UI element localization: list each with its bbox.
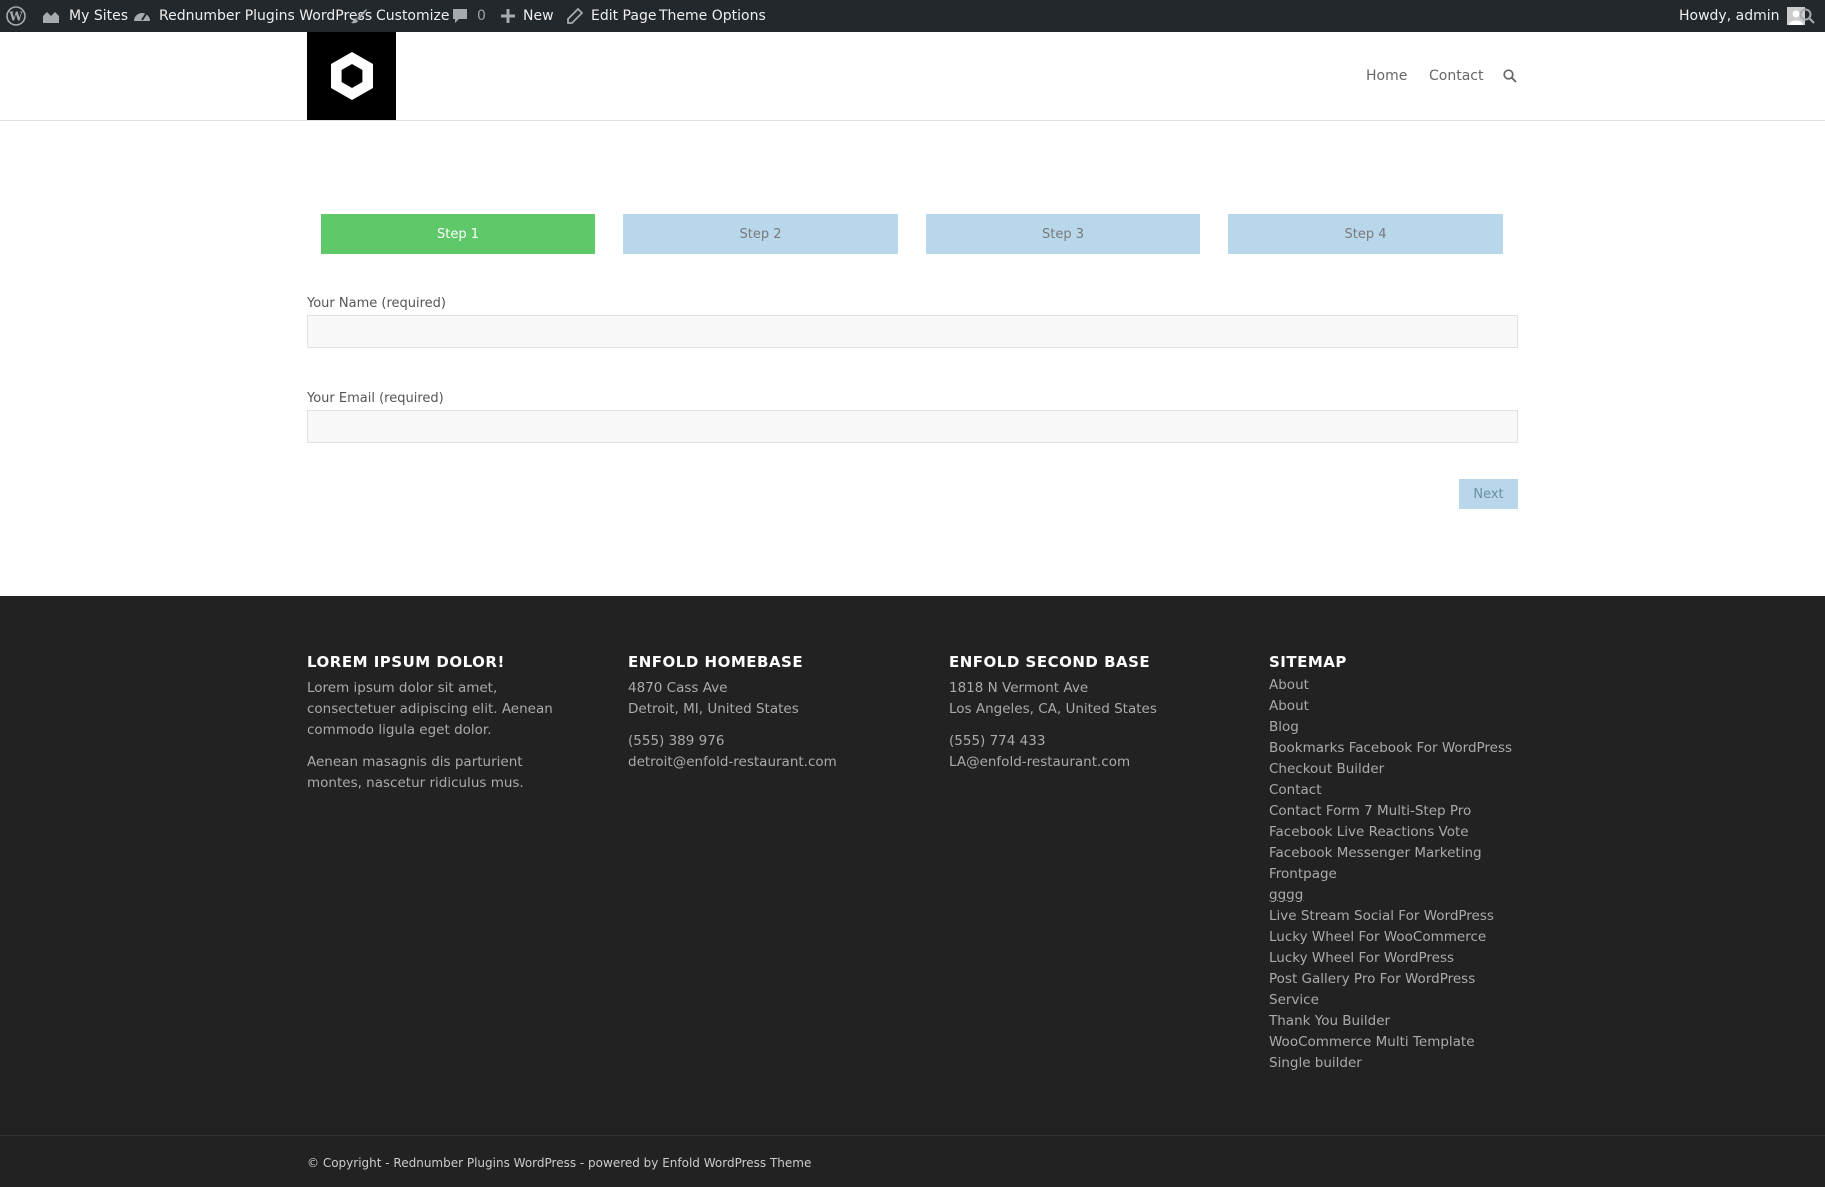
email-link[interactable]: detroit@enfold-restaurant.com — [628, 752, 898, 773]
nav-home[interactable]: Home — [1366, 32, 1407, 120]
sitemap-link[interactable]: Lucky Wheel For WooCommerce — [1269, 927, 1519, 948]
sitemap-link[interactable]: Thank You Builder — [1269, 1011, 1519, 1032]
next-button-label: Next — [1473, 486, 1504, 502]
sitemap-link[interactable]: Facebook Live Reactions Vote — [1269, 822, 1519, 843]
nav-home-label: Home — [1366, 68, 1408, 84]
search-icon — [1799, 8, 1815, 24]
nav-contact-label: Contact — [1429, 68, 1484, 84]
sitemap-link[interactable]: Bookmarks Facebook For WordPress — [1269, 738, 1519, 759]
hexagon-logo-icon — [330, 52, 373, 100]
step-tab-1[interactable]: Step 1 — [321, 214, 595, 254]
step-label: Step 3 — [1041, 226, 1084, 242]
copyright-text: © Copyright - Rednumber Plugins WordPres… — [307, 1156, 812, 1170]
comment-icon — [451, 8, 469, 24]
sitemap-link[interactable]: Blog — [1269, 717, 1519, 738]
name-label: Your Name (required) — [307, 296, 446, 311]
sitemap-link[interactable]: About — [1269, 696, 1519, 717]
my-sites-menu[interactable]: My Sites — [41, 0, 128, 32]
wordpress-icon: W — [6, 6, 26, 26]
footer-col-sitemap: SITEMAP About About Blog Bookmarks Faceb… — [1269, 652, 1519, 1074]
sitemap-link[interactable]: Live Stream Social For WordPress — [1269, 906, 1519, 927]
name-field[interactable] — [307, 315, 1518, 348]
email-link[interactable]: LA@enfold-restaurant.com — [949, 752, 1219, 773]
edit-page-menu[interactable]: Edit Page — [567, 0, 656, 32]
address-line: 4870 Cass Ave — [628, 680, 728, 696]
comments-count: 0 — [477, 8, 486, 24]
footer-col-title: SITEMAP — [1269, 653, 1347, 671]
sitemap-link[interactable]: Facebook Messenger Marketing — [1269, 843, 1519, 864]
admin-bar: W My Sites Rednumber Plugins WordPress C… — [0, 0, 1825, 32]
footer-col-lorem: LOREM IPSUM DOLOR! Lorem ipsum dolor sit… — [307, 652, 567, 805]
address-line: 1818 N Vermont Ave — [949, 680, 1089, 696]
theme-options-menu[interactable]: Theme Options — [659, 0, 766, 32]
search-icon — [1503, 69, 1517, 83]
new-label: New — [523, 8, 554, 24]
step-tab-2[interactable]: Step 2 — [623, 214, 898, 254]
comments-menu[interactable]: 0 — [451, 0, 486, 32]
svg-text:W: W — [8, 10, 23, 24]
site-name-label: Rednumber Plugins WordPress — [159, 8, 373, 24]
sitemap-link[interactable]: Post Gallery Pro For WordPress — [1269, 969, 1519, 990]
wordpress-menu[interactable]: W — [6, 0, 34, 32]
paintbrush-icon — [350, 8, 368, 24]
sitemap-link[interactable]: About — [1269, 675, 1519, 696]
step-tab-3[interactable]: Step 3 — [926, 214, 1200, 254]
site-header: Home Contact — [0, 32, 1825, 121]
footer-col-title: LOREM IPSUM DOLOR! — [307, 653, 505, 671]
footer-paragraph: Aenean masagnis dis parturient montes, n… — [307, 754, 524, 791]
site-footer: LOREM IPSUM DOLOR! Lorem ipsum dolor sit… — [0, 596, 1825, 1136]
address-line: Los Angeles, CA, United States — [949, 701, 1157, 717]
admin-search-button[interactable] — [1799, 0, 1815, 32]
step-label: Step 2 — [739, 226, 782, 242]
footer-col-title: ENFOLD HOMEBASE — [628, 653, 804, 671]
sitemap-link[interactable]: Service — [1269, 990, 1519, 1011]
dashboard-icon — [133, 8, 151, 24]
next-button[interactable]: Next — [1459, 479, 1518, 509]
nav-contact[interactable]: Contact — [1429, 32, 1483, 120]
email-field[interactable] — [307, 410, 1518, 443]
sitemap-link[interactable]: Checkout Builder — [1269, 759, 1519, 780]
theme-options-label: Theme Options — [659, 8, 766, 24]
step-label: Step 1 — [436, 226, 479, 242]
email-label: Your Email (required) — [307, 391, 444, 406]
footer-col-homebase: ENFOLD HOMEBASE 4870 Cass Ave Detroit, M… — [628, 652, 898, 784]
pencil-icon — [567, 8, 583, 24]
step-tab-4[interactable]: Step 4 — [1228, 214, 1503, 254]
footer-paragraph: Lorem ipsum dolor sit amet, consectetuer… — [307, 680, 553, 738]
sitemap-link[interactable]: Contact — [1269, 780, 1519, 801]
sitemap-link[interactable]: Lucky Wheel For WordPress — [1269, 948, 1519, 969]
plus-icon — [501, 9, 515, 23]
customize-label: Customize — [376, 8, 450, 24]
my-sites-icon — [41, 8, 61, 24]
phone-number: (555) 389 976 — [628, 733, 725, 749]
footer-col-second-base: ENFOLD SECOND BASE 1818 N Vermont Ave Lo… — [949, 652, 1219, 784]
customize-menu[interactable]: Customize — [350, 0, 450, 32]
howdy-label: Howdy, admin — [1679, 8, 1780, 24]
site-logo[interactable] — [307, 32, 396, 120]
site-name-menu[interactable]: Rednumber Plugins WordPress — [133, 0, 372, 32]
sitemap-link[interactable]: Contact Form 7 Multi-Step Pro — [1269, 801, 1519, 822]
new-menu[interactable]: New — [501, 0, 554, 32]
address-line: Detroit, MI, United States — [628, 701, 799, 717]
footer-socket: © Copyright - Rednumber Plugins WordPres… — [0, 1135, 1825, 1187]
my-sites-label: My Sites — [69, 8, 128, 24]
sitemap-link[interactable]: Frontpage — [1269, 864, 1519, 885]
phone-number: (555) 774 433 — [949, 733, 1046, 749]
nav-search-button[interactable] — [1503, 32, 1517, 120]
edit-page-label: Edit Page — [591, 8, 657, 24]
account-menu[interactable]: Howdy, admin — [1679, 0, 1806, 32]
step-label: Step 4 — [1344, 226, 1387, 242]
sitemap-link[interactable]: WooCommerce Multi Template Single builde… — [1269, 1032, 1519, 1074]
footer-col-title: ENFOLD SECOND BASE — [949, 653, 1151, 671]
sitemap-link[interactable]: gggg — [1269, 885, 1519, 906]
